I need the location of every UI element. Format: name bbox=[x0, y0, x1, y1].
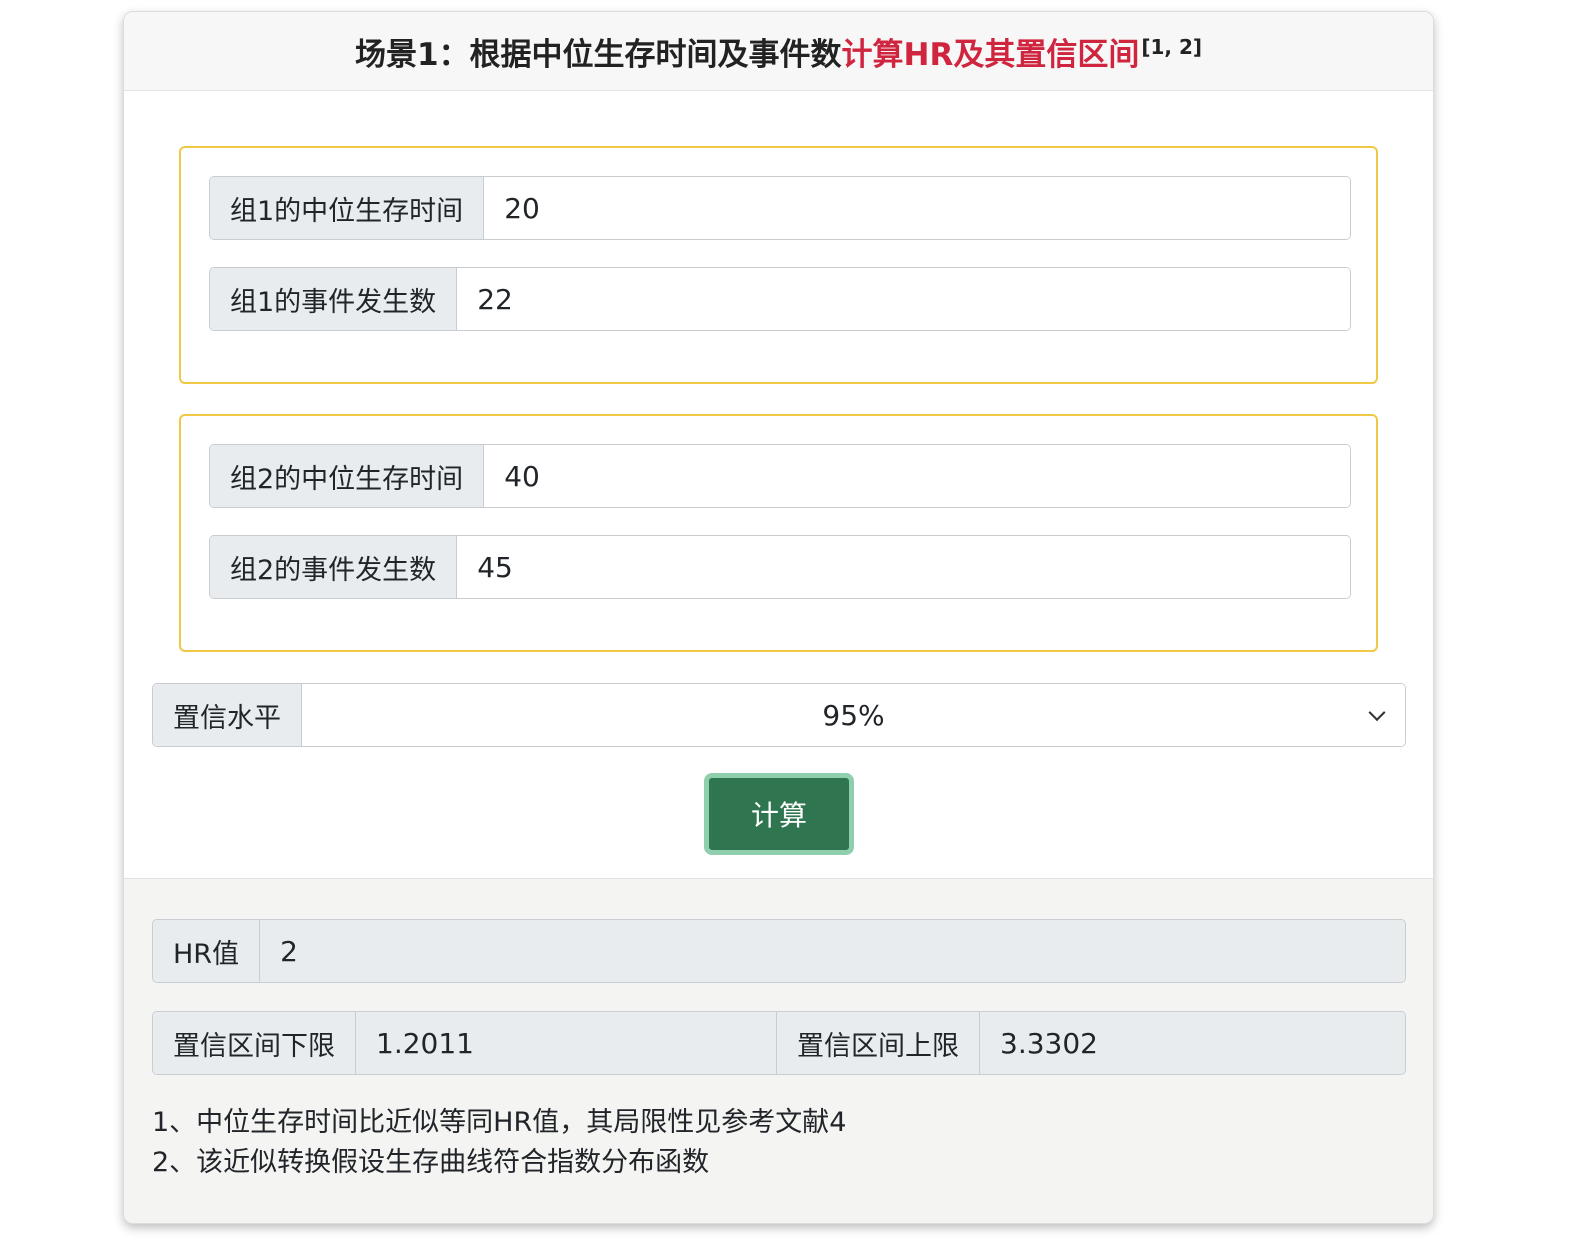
group1-median-input-group: 组1的中位生存时间 20 bbox=[209, 176, 1351, 240]
group2-box: 组2的中位生存时间 40 组2的事件发生数 45 bbox=[179, 414, 1378, 652]
confidence-level-value: 95% bbox=[822, 698, 885, 732]
group1-box: 组1的中位生存时间 20 组1的事件发生数 22 bbox=[179, 146, 1378, 384]
ci-upper-value: 3.3302 bbox=[980, 1012, 1405, 1074]
title-prefix: 场景1：根据中位生存时间及事件数 bbox=[354, 36, 842, 73]
ci-lower-value: 1.2011 bbox=[356, 1012, 776, 1074]
group2-median-input[interactable]: 40 bbox=[484, 445, 1350, 507]
ci-lower-label: 置信区间下限 bbox=[153, 1012, 356, 1074]
confidence-level-group: 置信水平 95% bbox=[152, 683, 1406, 747]
card-header: 场景1：根据中位生存时间及事件数 计算HR及其置信区间 [1, 2] bbox=[124, 12, 1433, 91]
group1-median-input[interactable]: 20 bbox=[484, 177, 1350, 239]
confidence-level-select[interactable]: 95% bbox=[302, 684, 1405, 746]
card-body: 组1的中位生存时间 20 组1的事件发生数 22 组2的中位生存时间 40 组2… bbox=[124, 91, 1433, 878]
confidence-level-label: 置信水平 bbox=[153, 684, 302, 746]
group2-median-label: 组2的中位生存时间 bbox=[210, 445, 485, 507]
hr-label: HR值 bbox=[153, 920, 261, 982]
results-footer: HR值 2 置信区间下限 1.2011 置信区间上限 3.3302 1、中位生存… bbox=[124, 878, 1433, 1223]
group1-events-input[interactable]: 22 bbox=[457, 268, 1350, 330]
title-highlight: 计算HR及其置信区间 bbox=[841, 36, 1140, 73]
chevron-down-icon bbox=[1368, 704, 1386, 722]
group1-median-label: 组1的中位生存时间 bbox=[210, 177, 485, 239]
group2-events-label: 组2的事件发生数 bbox=[210, 536, 458, 598]
ci-upper-label: 置信区间上限 bbox=[776, 1012, 980, 1074]
group2-events-input[interactable]: 45 bbox=[457, 536, 1350, 598]
notes: 1、中位生存时间比近似等同HR值，其局限性见参考文献4 2、该近似转换假设生存曲… bbox=[152, 1103, 846, 1183]
calculator-card: 场景1：根据中位生存时间及事件数 计算HR及其置信区间 [1, 2] 组1的中位生存… bbox=[123, 11, 1434, 1224]
note-item: 2、该近似转换假设生存曲线符合指数分布函数 bbox=[152, 1147, 710, 1178]
calculate-button[interactable]: 计算 bbox=[704, 773, 854, 855]
group2-median-input-group: 组2的中位生存时间 40 bbox=[209, 444, 1351, 508]
group1-events-label: 组1的事件发生数 bbox=[210, 268, 458, 330]
title-reference[interactable]: [1, 2] bbox=[1141, 35, 1202, 59]
group1-events-input-group: 组1的事件发生数 22 bbox=[209, 267, 1351, 331]
hr-result-group: HR值 2 bbox=[152, 919, 1406, 983]
note-item: 1、中位生存时间比近似等同HR值，其局限性见参考文献4 bbox=[152, 1107, 847, 1138]
group2-events-input-group: 组2的事件发生数 45 bbox=[209, 535, 1351, 599]
ci-result-group: 置信区间下限 1.2011 置信区间上限 3.3302 bbox=[152, 1011, 1406, 1075]
hr-value: 2 bbox=[260, 920, 1405, 982]
